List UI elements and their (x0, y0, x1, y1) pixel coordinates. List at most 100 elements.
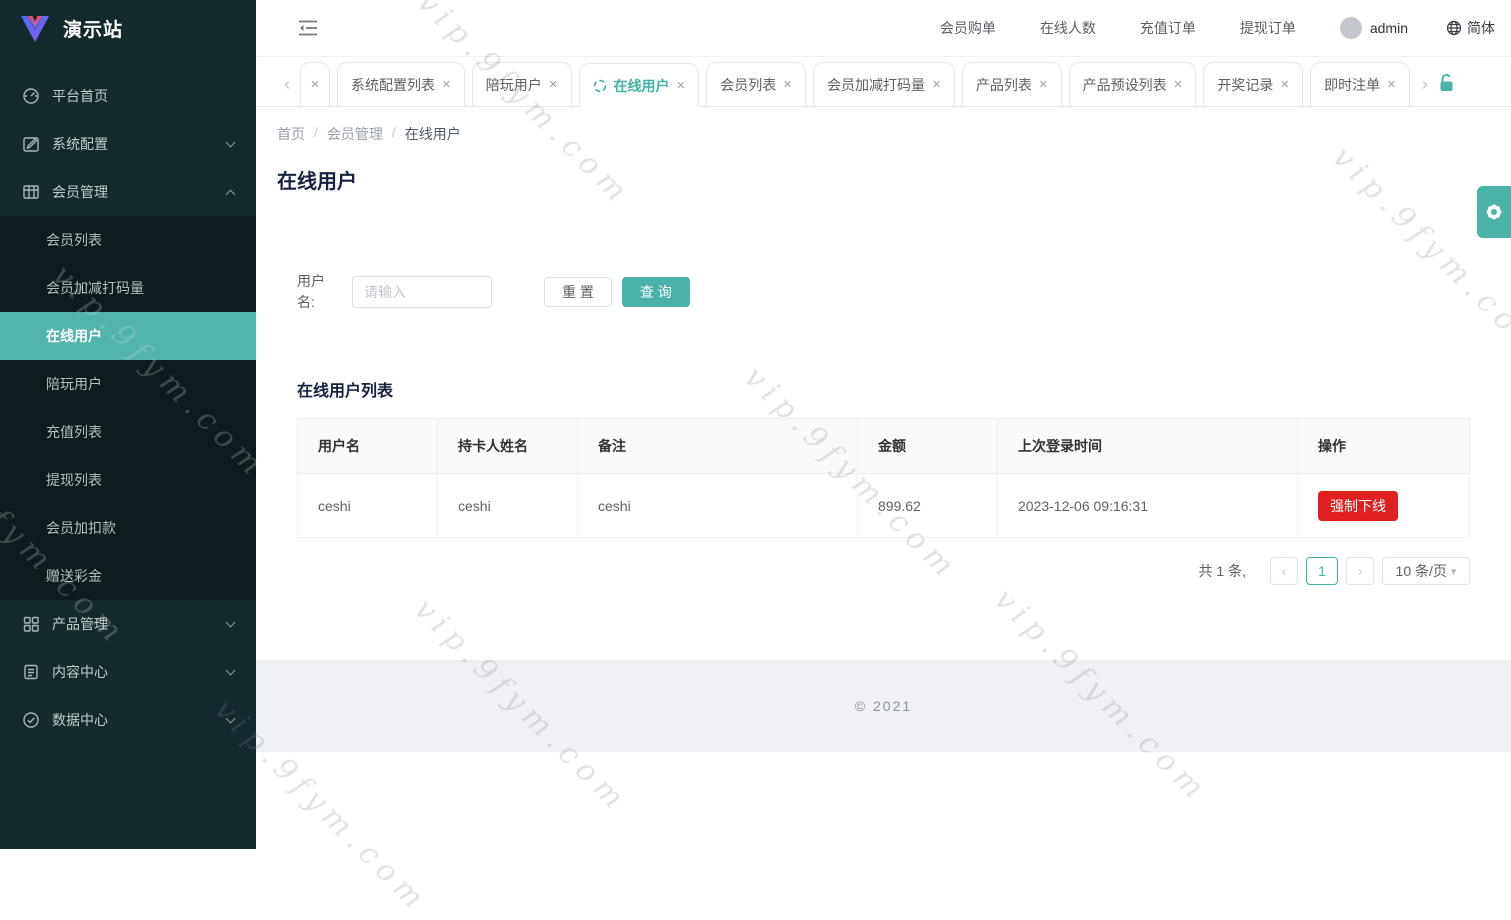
caret-down-icon: ▾ (1450, 565, 1457, 578)
refresh-icon[interactable] (593, 79, 607, 93)
tab-clipped[interactable]: × (300, 62, 330, 106)
content-panel: 首页 / 会员管理 / 在线用户 在线用户 用户名: 重 置 查 询 在线用户列… (256, 107, 1511, 660)
app-title: 演示站 (63, 20, 124, 41)
sidebar-subitem-member-list[interactable]: 会员列表 (0, 216, 256, 264)
close-icon[interactable]: × (1174, 77, 1183, 92)
close-icon[interactable]: × (1387, 77, 1396, 92)
sidebar-menu: 平台首页 系统配置 会员管理 会员列表 会员加减打码量 在线用户 陪玩用户 充值… (0, 57, 256, 744)
tab-label: 陪玩用户 (485, 76, 542, 93)
sidebar-item-system-config[interactable]: 系统配置 (0, 120, 256, 168)
chevron-down-icon (225, 617, 236, 628)
close-icon[interactable]: × (932, 77, 941, 92)
reset-button[interactable]: 重 置 (544, 277, 612, 307)
tab-label: 产品列表 (975, 76, 1032, 93)
close-icon[interactable]: × (549, 77, 558, 92)
sidebar-subitem-play-users[interactable]: 陪玩用户 (0, 360, 256, 408)
page-footer: © 2021 (256, 660, 1511, 752)
dashboard-icon (22, 87, 40, 105)
sidebar-collapse-icon[interactable] (298, 19, 318, 37)
page-next-button[interactable]: › (1346, 557, 1374, 585)
tabs-scroll-right-icon[interactable]: › (1418, 74, 1432, 95)
breadcrumb-separator: / (391, 124, 396, 140)
tab-play-users[interactable]: 陪玩用户 × (471, 62, 572, 106)
tab-label: 开奖记录 (1217, 76, 1274, 93)
logo: 演示站 (0, 0, 256, 57)
gear-icon (1483, 201, 1505, 223)
breadcrumb-home[interactable]: 首页 (277, 124, 305, 144)
tab-online-users[interactable]: 在线用户 × (578, 63, 700, 107)
page-size-select[interactable]: 10 条/页 ▾ (1382, 557, 1470, 585)
unlock-icon[interactable] (1438, 73, 1455, 92)
sidebar-item-content-center[interactable]: 内容中心 (0, 648, 256, 696)
breadcrumb-member-management[interactable]: 会员管理 (327, 124, 383, 144)
sidebar-subitem-gift-bonus[interactable]: 赠送彩金 (0, 552, 256, 600)
col-actions: 操作 (1297, 418, 1470, 474)
close-icon[interactable]: × (1039, 77, 1048, 92)
sidebar-item-member-management[interactable]: 会员管理 (0, 168, 256, 216)
tab-betting-adjust[interactable]: 会员加减打码量 × (813, 62, 955, 106)
col-remark: 备注 (577, 418, 858, 474)
sidebar-item-label: 会员管理 (52, 184, 108, 200)
topbar-link-recharge-orders[interactable]: 充值订单 (1140, 18, 1196, 38)
topbar-link-member-orders[interactable]: 会员购单 (940, 18, 996, 38)
tab-product-preset-list[interactable]: 产品预设列表 × (1068, 62, 1197, 106)
pagination-total: 共 1 条, (1198, 563, 1246, 579)
close-icon[interactable]: × (677, 78, 686, 93)
sidebar-subitem-member-adjust-funds[interactable]: 会员加扣款 (0, 504, 256, 552)
col-last-login: 上次登录时间 (997, 418, 1298, 474)
online-users-table: 用户名 持卡人姓名 备注 金额 上次登录时间 操作 ceshi ceshi ce… (297, 418, 1470, 538)
close-icon[interactable]: × (311, 77, 320, 92)
tab-member-list[interactable]: 会员列表 × (706, 62, 807, 106)
tab-label: 系统配置列表 (351, 76, 435, 93)
sidebar-subitem-online-users[interactable]: 在线用户 (0, 312, 256, 360)
cell-username: ceshi (297, 473, 438, 538)
username-filter-label: 用户名: (297, 273, 325, 310)
copyright-text: © 2021 (854, 698, 913, 714)
sidebar-item-data-center[interactable]: 数据中心 (0, 696, 256, 744)
cell-amount: 899.62 (857, 473, 998, 538)
pagination: 共 1 条, ‹ 1 › 10 条/页 ▾ (256, 557, 1470, 585)
filter-form: 用户名: 重 置 查 询 (297, 271, 1511, 313)
topbar-link-online-count[interactable]: 在线人数 (1040, 18, 1096, 38)
close-icon[interactable]: × (783, 77, 792, 92)
cell-cardholder: ceshi (437, 473, 578, 538)
sidebar-subitem-withdraw-list[interactable]: 提现列表 (0, 456, 256, 504)
breadcrumb-current: 在线用户 (404, 126, 461, 142)
tab-lottery-records[interactable]: 开奖记录 × (1203, 62, 1304, 106)
topbar-link-withdraw-orders[interactable]: 提现订单 (1240, 18, 1296, 38)
search-button[interactable]: 查 询 (621, 277, 690, 307)
username-filter-input[interactable] (352, 276, 492, 308)
close-icon[interactable]: × (442, 77, 451, 92)
force-offline-button[interactable]: 强制下线 (1318, 490, 1398, 521)
language-switcher[interactable]: 简体 (1446, 18, 1495, 38)
table-icon (22, 183, 40, 201)
close-icon[interactable]: × (1280, 77, 1289, 92)
page-number-button[interactable]: 1 (1306, 557, 1338, 585)
globe-icon (1446, 20, 1462, 36)
main-area: 首页 / 会员管理 / 在线用户 在线用户 用户名: 重 置 查 询 在线用户列… (256, 107, 1511, 849)
settings-drawer-button[interactable] (1477, 186, 1511, 238)
page-title: 在线用户 (277, 171, 357, 193)
tabs-scroll-left-icon[interactable]: ‹ (280, 74, 294, 95)
grid-icon (22, 615, 40, 633)
sidebar-subitem-betting-adjust[interactable]: 会员加减打码量 (0, 264, 256, 312)
breadcrumb-separator: / (314, 124, 318, 140)
edit-icon (22, 135, 40, 153)
sidebar-item-platform-home[interactable]: 平台首页 (0, 72, 256, 120)
tab-instant-bets[interactable]: 即时注单 × (1310, 62, 1410, 106)
col-amount: 金额 (857, 418, 998, 474)
app-logo-icon (20, 15, 50, 43)
tab-product-list[interactable]: 产品列表 × (961, 62, 1062, 106)
sidebar-item-product-management[interactable]: 产品管理 (0, 600, 256, 648)
page-prev-button[interactable]: ‹ (1270, 557, 1298, 585)
cell-last-login: 2023-12-06 09:16:31 (997, 473, 1298, 538)
topbar: 会员购单 在线人数 充值订单 提现订单 admin 简体 (256, 0, 1511, 57)
check-circle-icon (22, 711, 40, 729)
tab-system-config-list[interactable]: 系统配置列表 × (337, 62, 465, 106)
sidebar: 演示站 平台首页 系统配置 会员管理 会员列表 会员加减打码量 在线用户 陪玩用… (0, 0, 256, 849)
sidebar-subitem-recharge-list[interactable]: 充值列表 (0, 408, 256, 456)
tabbar: ‹ × 系统配置列表 × 陪玩用户 × 在线用户 × 会员列表 × 会员加减打码… (256, 57, 1511, 107)
avatar[interactable] (1339, 17, 1362, 39)
username[interactable]: admin (1370, 20, 1408, 36)
tab-label: 在线用户 (613, 77, 670, 94)
